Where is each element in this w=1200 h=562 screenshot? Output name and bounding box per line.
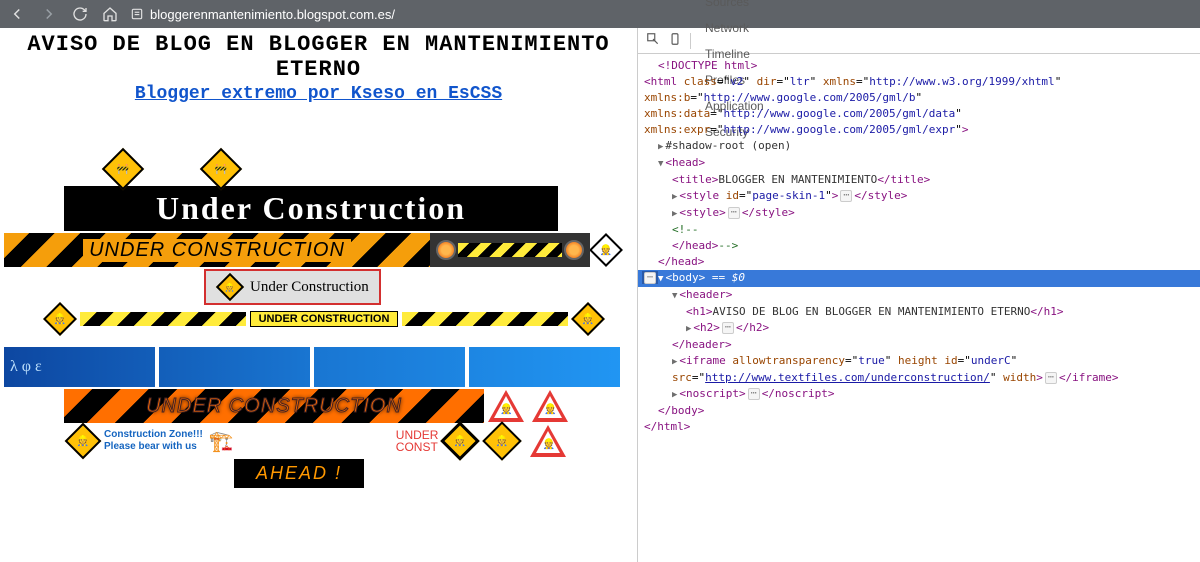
devtools-tab-network[interactable]: Network <box>695 15 774 41</box>
under-const-label: UNDERCONST <box>394 429 441 453</box>
expand-arrow[interactable] <box>686 321 691 334</box>
blue-animated-strip: λ φ ε <box>4 347 624 387</box>
hazard-stripe-banner: UNDER CONSTRUCTION <box>64 389 484 423</box>
hazard-tape <box>402 312 568 326</box>
elements-tree[interactable]: <!DOCTYPE html> <html class="v2" dir="lt… <box>638 54 1200 439</box>
ahead-sign: AHEAD ! <box>234 459 364 488</box>
worker-diamond-icon: 👷 <box>589 233 623 267</box>
construction-iframe: 🚧 🚧 Under Construction UNDER CONSTRUCTIO… <box>4 154 633 488</box>
expand-arrow[interactable] <box>672 206 677 219</box>
selected-node[interactable]: <body> == $0 <box>638 270 1200 287</box>
devtools-tabs: ElementsConsoleSourcesNetworkTimelinePro… <box>638 28 1200 54</box>
warning-diamond-icon: 👷 <box>43 302 77 336</box>
address-bar[interactable]: bloggerenmantenimiento.blogspot.com.es/ <box>130 7 1192 22</box>
inspect-element-button[interactable] <box>642 32 664 49</box>
warning-diamond-icon: 🚧 <box>200 148 242 190</box>
url-text: bloggerenmantenimiento.blogspot.com.es/ <box>150 7 395 22</box>
subtitle-link[interactable]: Blogger extremo por Kseso en EsCSS <box>135 84 502 104</box>
doctype-node[interactable]: <!DOCTYPE html> <box>658 59 757 72</box>
warning-diamond-icon: 🚧 <box>102 148 144 190</box>
under-construction-banner: Under Construction <box>64 186 558 231</box>
browser-toolbar: bloggerenmantenimiento.blogspot.com.es/ <box>0 0 1200 28</box>
warning-light-bar <box>430 233 590 267</box>
page-subtitle: Blogger extremo por Kseso en EsCSS <box>4 84 633 104</box>
device-toggle-button[interactable] <box>664 32 686 49</box>
worker-icon: 👷 <box>216 273 244 301</box>
back-button[interactable] <box>8 5 26 23</box>
hazard-stripe-banner: UNDER CONSTRUCTION <box>4 233 430 267</box>
expand-arrow[interactable] <box>672 387 677 400</box>
construction-zone-text: Construction Zone!!!Please bear with us <box>104 429 203 453</box>
sign-text: Under Construction <box>250 279 369 296</box>
warning-lamp-icon <box>564 240 584 260</box>
devtools-panel: ElementsConsoleSourcesNetworkTimelinePro… <box>638 28 1200 562</box>
devtools-tab-sources[interactable]: Sources <box>695 0 774 15</box>
warning-triangle-icon: 👷 <box>532 390 568 422</box>
page-viewport: AVISO DE BLOG EN BLOGGER EN MANTENIMIENT… <box>0 28 638 562</box>
reload-button[interactable] <box>72 6 88 22</box>
tape-label: UNDER CONSTRUCTION <box>250 311 399 327</box>
banner-text: UNDER CONSTRUCTION <box>140 395 408 418</box>
banner-text: UNDER CONSTRUCTION <box>83 239 351 262</box>
under-construction-sign: 👷 Under Construction <box>204 269 381 305</box>
warning-triangle-icon: 👷 <box>488 390 524 422</box>
hazard-tape <box>80 312 246 326</box>
warning-diamond-icon: 👷 <box>441 421 481 461</box>
collapse-arrow[interactable] <box>672 288 677 301</box>
expand-arrow[interactable] <box>672 189 677 202</box>
home-button[interactable] <box>102 6 118 22</box>
page-info-icon <box>130 7 144 21</box>
warning-triangle-icon: 👷 <box>530 425 566 457</box>
warning-diamond-icon: 👷 <box>65 423 102 460</box>
forward-button[interactable] <box>40 5 58 23</box>
collapse-arrow[interactable] <box>658 156 663 169</box>
forklift-icon: 🏗️ <box>209 429 234 454</box>
warning-diamond-icon: 👷 <box>571 302 605 336</box>
expand-arrow[interactable] <box>658 139 663 152</box>
expand-arrow[interactable] <box>672 354 677 367</box>
greek-letters: λ φ ε <box>4 347 159 387</box>
warning-lamp-icon <box>436 240 456 260</box>
page-h1: AVISO DE BLOG EN BLOGGER EN MANTENIMIENT… <box>4 32 633 82</box>
warning-diamond-icon: 👷 <box>483 421 523 461</box>
